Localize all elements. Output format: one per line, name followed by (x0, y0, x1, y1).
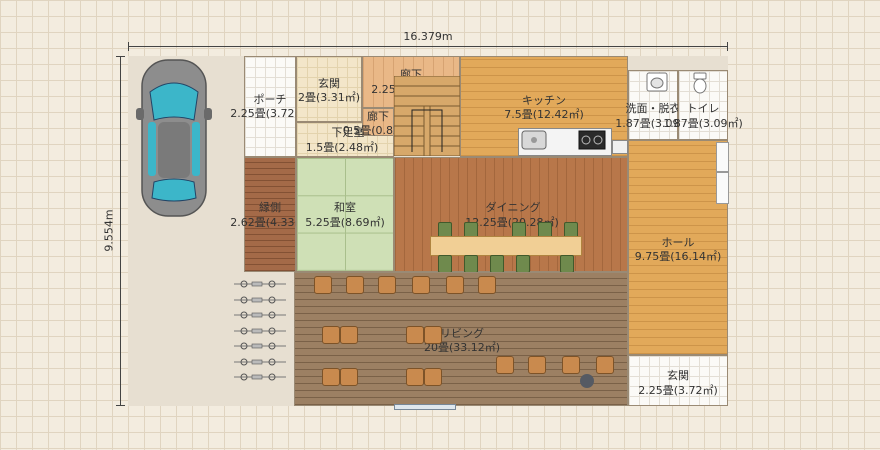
chair-icon (406, 326, 424, 344)
living-plant (580, 374, 594, 388)
fridge (612, 140, 628, 154)
bicycle-icon (234, 280, 286, 288)
shoe-storage-area: 1.5畳(2.48㎡) (305, 141, 379, 154)
entrance-north-name: 玄関 (318, 77, 340, 90)
chair-icon (528, 356, 546, 374)
chair-icon (406, 368, 424, 386)
stairs-icon (394, 76, 460, 156)
width-dimension-tick-right (727, 42, 728, 51)
height-dimension-tick-bottom (116, 405, 125, 406)
chair-icon (340, 368, 358, 386)
table-icon (430, 236, 582, 256)
hall-cabinet (716, 142, 729, 172)
chair-icon (438, 255, 452, 273)
chair-icon (378, 276, 396, 294)
chair-icon (322, 326, 340, 344)
chair-icon (516, 255, 530, 273)
chair-icon (496, 356, 514, 374)
chair-icon (424, 326, 442, 344)
width-dimension-line (128, 46, 728, 47)
toilet-icon (693, 72, 707, 94)
toilet-name: トイレ (686, 102, 720, 115)
bicycle-icon (234, 373, 286, 381)
height-dimension-line (120, 56, 121, 406)
porch-name: ポーチ (253, 93, 287, 106)
stove-icon (578, 130, 606, 150)
chair-icon (314, 276, 332, 294)
dining-name: ダイニング (485, 201, 541, 214)
chair-icon (478, 276, 496, 294)
entrance-north-area: 2畳(3.31㎡) (297, 91, 361, 104)
hall-name: ホール (661, 236, 695, 249)
sink-icon (646, 72, 668, 92)
chair-icon (412, 276, 430, 294)
width-dimension-tick-left (128, 42, 129, 51)
width-dimension-label: 16.379m (403, 30, 453, 43)
chair-icon (340, 326, 358, 344)
chair-icon (464, 255, 478, 273)
car-icon (136, 59, 212, 217)
height-dimension-tick-top (116, 56, 125, 57)
kitchen-name: キッチン (522, 94, 566, 107)
toilet-area: 1.87畳(3.09㎡) (663, 117, 743, 130)
washitsu-area: 5.25畳(8.69㎡) (305, 216, 385, 229)
sink-icon (521, 130, 547, 150)
room-engawa (244, 157, 296, 272)
chair-icon (562, 356, 580, 374)
chair-icon (490, 255, 504, 273)
washroom-name: 洗面・脱衣 (625, 102, 681, 115)
bicycle-icon (234, 296, 286, 303)
bicycle-icon (234, 327, 286, 334)
kitchen-area: 7.5畳(12.42㎡) (504, 108, 584, 121)
washitsu-name: 和室 (334, 201, 356, 214)
hall-cabinet (716, 172, 729, 204)
chair-icon (446, 276, 464, 294)
entrance-south-name: 玄関 (667, 369, 689, 382)
bicycle-icon (234, 358, 286, 365)
chair-icon (596, 356, 614, 374)
bicycle-icon (234, 311, 286, 319)
chair-icon (346, 276, 364, 294)
chair-icon (424, 368, 442, 386)
hall-area: 9.75畳(16.14㎡) (634, 250, 722, 263)
chair-icon (322, 368, 340, 386)
bicycle-icon (234, 342, 286, 350)
height-dimension-label: 9.554m (102, 209, 116, 252)
engawa-name: 縁側 (259, 201, 281, 214)
chair-icon (560, 255, 574, 273)
window-bottom (394, 404, 456, 410)
room-washitsu (296, 157, 394, 272)
hallway-b-name: 廊下 (367, 110, 389, 123)
entrance-south-area: 2.25畳(3.72㎡) (638, 384, 718, 397)
